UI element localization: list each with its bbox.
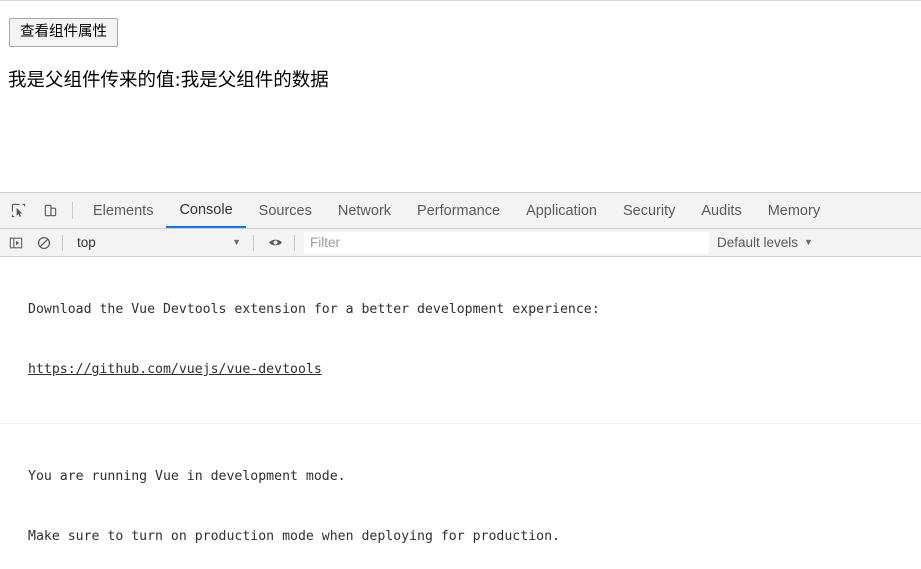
console-message: You are running Vue in development mode.… — [0, 424, 921, 568]
parent-component-value-text: 我是父组件传来的值:我是父组件的数据 — [8, 70, 329, 91]
tab-console[interactable]: Console — [166, 193, 246, 228]
tabbar-divider — [72, 202, 73, 219]
console-message-line: https://github.com/vuejs/vue-devtools — [28, 360, 921, 380]
log-levels-select[interactable]: Default levels ▼ — [717, 232, 813, 254]
console-filter-input[interactable] — [304, 231, 709, 254]
tab-security[interactable]: Security — [610, 193, 688, 228]
inspect-element-icon[interactable] — [4, 197, 32, 225]
live-expression-eye-icon[interactable] — [263, 231, 288, 255]
execution-context-value: top — [77, 235, 96, 250]
chevron-down-icon: ▼ — [804, 237, 813, 247]
console-message: Download the Vue Devtools extension for … — [0, 257, 921, 424]
web-page-viewport: 查看组件属性 我是父组件传来的值:我是父组件的数据 — [0, 0, 921, 192]
chevron-down-icon: ▼ — [232, 237, 241, 247]
tab-sources[interactable]: Sources — [246, 193, 325, 228]
devtools-tabbar: Elements Console Sources Network Perform… — [0, 193, 921, 229]
view-component-props-button[interactable]: 查看组件属性 — [9, 18, 118, 47]
device-toolbar-icon[interactable] — [36, 197, 64, 225]
devtools-panel: Elements Console Sources Network Perform… — [0, 192, 921, 569]
console-toolbar: top ▼ Default levels ▼ — [0, 229, 921, 257]
console-toolbar-divider-1 — [62, 234, 63, 251]
console-toolbar-divider-3 — [294, 234, 295, 251]
console-message-line: Make sure to turn on production mode whe… — [28, 529, 560, 544]
tab-performance[interactable]: Performance — [404, 193, 513, 228]
console-toolbar-divider-2 — [253, 234, 254, 251]
console-message-line: You are running Vue in development mode. — [28, 469, 346, 484]
console-output[interactable]: Download the Vue Devtools extension for … — [0, 257, 921, 568]
tab-memory[interactable]: Memory — [755, 193, 833, 228]
console-sidebar-icon[interactable] — [3, 231, 28, 255]
tab-audits[interactable]: Audits — [688, 193, 754, 228]
vue-devtools-link[interactable]: https://github.com/vuejs/vue-devtools — [28, 362, 322, 377]
console-message-line: Download the Vue Devtools extension for … — [28, 302, 600, 317]
tab-network[interactable]: Network — [325, 193, 404, 228]
execution-context-select[interactable]: top ▼ — [69, 232, 247, 254]
log-levels-label: Default levels — [717, 235, 799, 250]
tab-application[interactable]: Application — [513, 193, 610, 228]
clear-console-icon[interactable] — [31, 231, 56, 255]
tab-elements[interactable]: Elements — [80, 193, 166, 228]
